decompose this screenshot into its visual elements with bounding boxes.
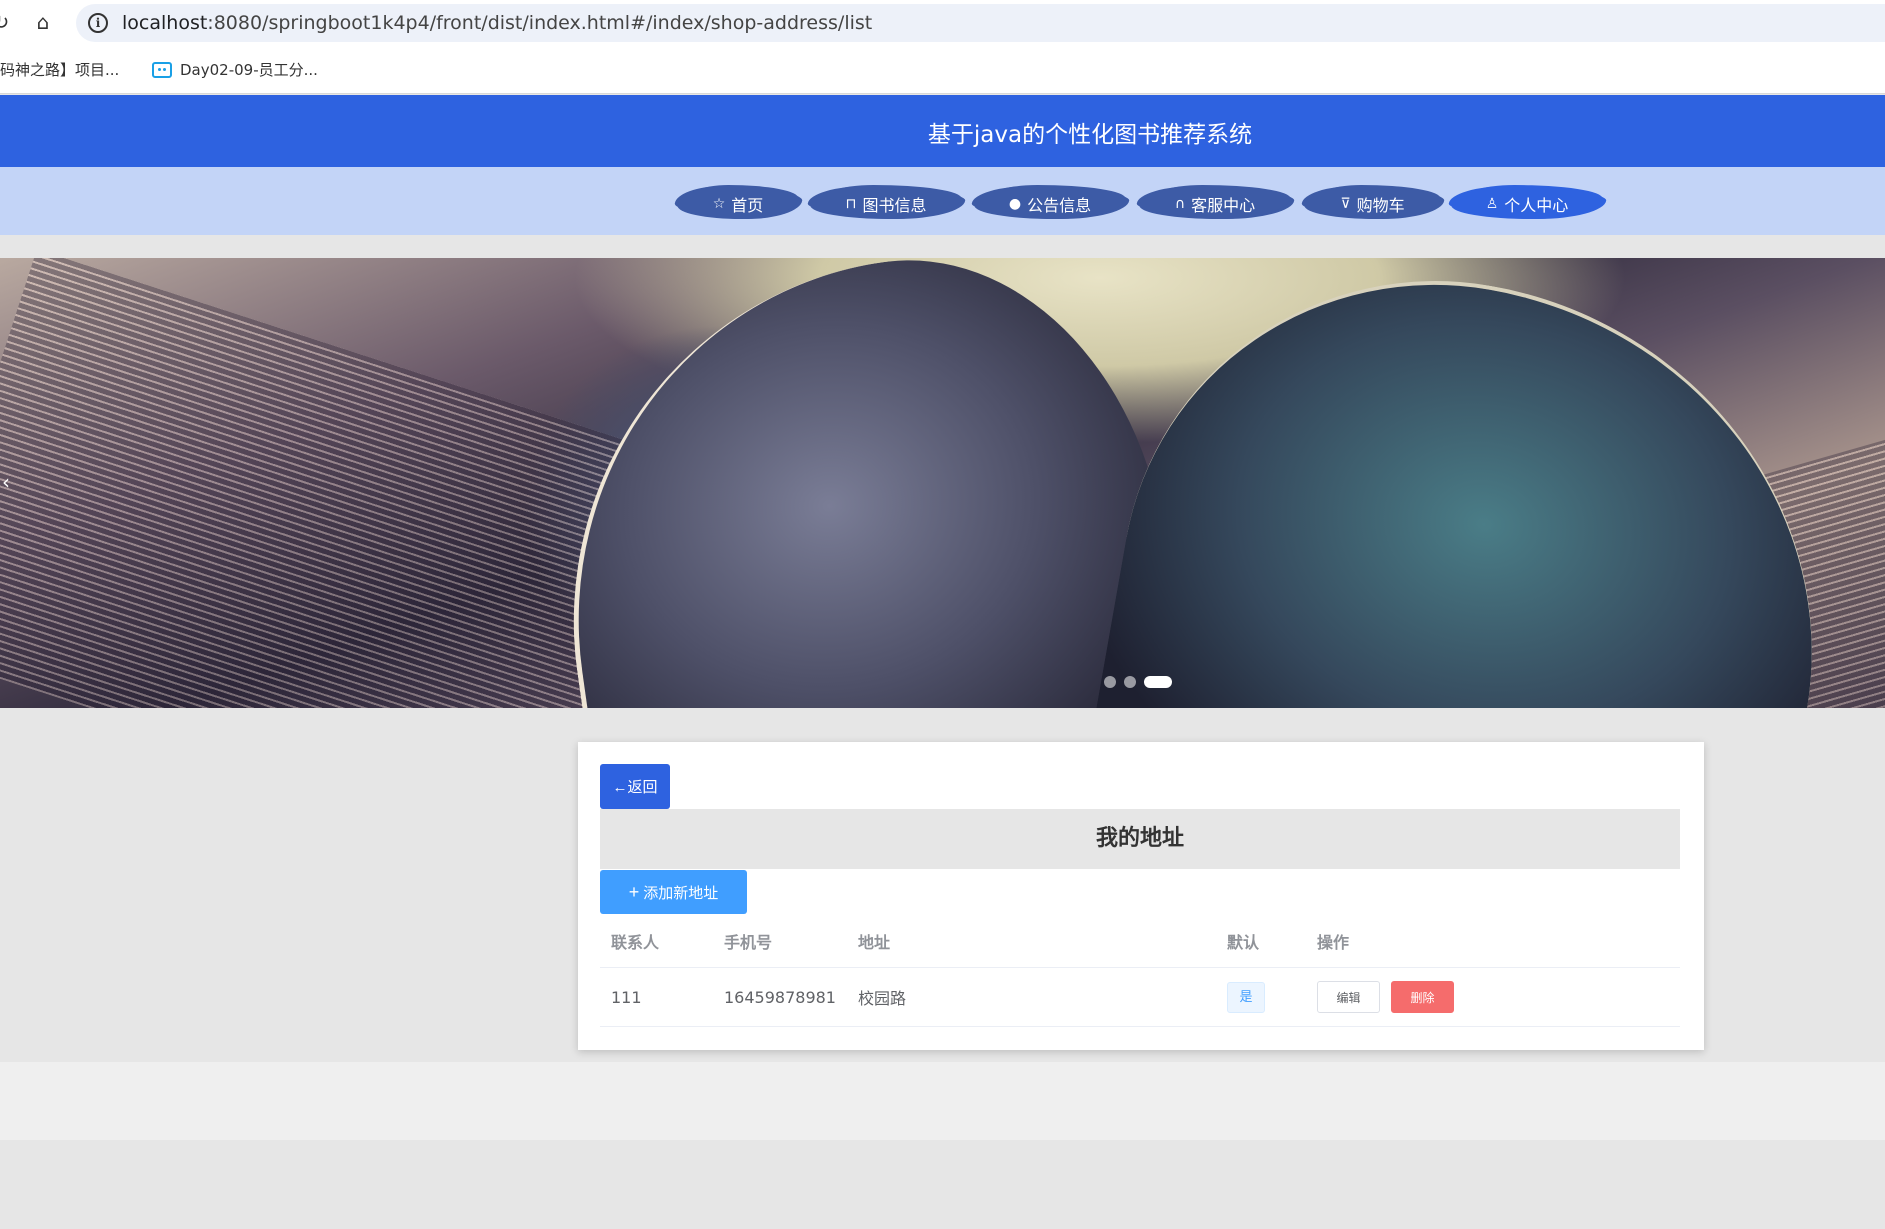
address-table: 联系人 手机号 地址 默认 操作 111 16459878981 校园路 是 编… (600, 914, 1680, 1027)
menu-item-service[interactable]: ∩ 客服中心 (1137, 179, 1293, 223)
column-header: 默认 (1227, 932, 1260, 952)
carousel-dot[interactable] (1104, 676, 1116, 688)
banner-carousel[interactable]: ‹ (0, 258, 1885, 708)
menu-label: 客服中心 (1191, 196, 1256, 215)
menu-label: 公告信息 (1027, 196, 1092, 215)
column-header: 联系人 (611, 932, 660, 952)
menu-item-notices[interactable]: ● 公告信息 (972, 179, 1128, 223)
carousel-dot[interactable] (1124, 676, 1136, 688)
carousel-dot-active[interactable] (1144, 676, 1172, 688)
menu-label: 个人中心 (1504, 196, 1569, 215)
default-cell: 是 (1227, 968, 1265, 1026)
site-info-icon[interactable]: i (88, 13, 108, 33)
bookmark-item[interactable]: Day02-09-员工分... (152, 59, 318, 80)
site-header: 基于java的个性化图书推荐系统 (0, 95, 1885, 167)
bookmarks-bar: 码神之路】项目... Day02-09-员工分... (0, 46, 1885, 94)
bookmark-item[interactable]: 码神之路】项目... (0, 59, 119, 80)
url-text[interactable]: localhost:8080/springboot1k4p4/front/dis… (122, 12, 872, 34)
site-title: 基于java的个性化图书推荐系统 (927, 122, 1253, 148)
footer (0, 1062, 1885, 1140)
headset-icon: ∩ (1174, 196, 1186, 212)
bookmark-label: 码神之路】项目... (0, 61, 120, 79)
user-icon: ♙ (1485, 196, 1499, 212)
star-icon: ☆ (712, 196, 726, 212)
cart-icon: ⊽ (1340, 196, 1351, 212)
browser-toolbar: ↻ ⌂ i localhost:8080/springboot1k4p4/fro… (0, 0, 1885, 46)
default-tag: 是 (1227, 981, 1265, 1013)
main-menu: ☆ 首页 ⊓ 图书信息 ● 公告信息 ∩ 客服中心 ⊽ 购物车 ♙ 个人中心 (0, 167, 1885, 235)
menu-item-cart[interactable]: ⊽ 购物车 (1302, 179, 1443, 223)
menu-item-books[interactable]: ⊓ 图书信息 (808, 179, 964, 223)
bilibili-icon (152, 61, 172, 78)
menu-item-profile[interactable]: ♙ 个人中心 (1449, 179, 1605, 223)
back-button[interactable]: ←返回 (600, 764, 670, 809)
column-header: 地址 (858, 932, 891, 952)
reload-icon[interactable]: ↻ (0, 9, 14, 35)
home-icon[interactable]: ⌂ (30, 9, 56, 35)
plus-icon: + (628, 881, 640, 902)
phone-cell: 16459878981 (724, 987, 836, 1007)
edit-button[interactable]: 编辑 (1317, 981, 1380, 1013)
table-row: 111 16459878981 校园路 是 编辑 删除 (600, 968, 1680, 1027)
menu-label: 购物车 (1356, 196, 1405, 215)
address-bar[interactable]: i localhost:8080/springboot1k4p4/front/d… (76, 4, 1885, 42)
bookmark-label: Day02-09-员工分... (180, 61, 318, 79)
actions-cell: 编辑 删除 (1317, 968, 1454, 1026)
table-header: 联系人 手机号 地址 默认 操作 (600, 914, 1680, 968)
alert-circle-icon: ● (1008, 196, 1022, 212)
menu-label: 首页 (731, 196, 764, 215)
address-cell: 校园路 (858, 989, 907, 1008)
column-header: 手机号 (724, 932, 773, 952)
menu-item-home[interactable]: ☆ 首页 (675, 179, 801, 223)
address-card: ←返回 我的地址 + 添加新地址 联系人 手机号 地址 默认 操作 111 164… (578, 742, 1704, 1050)
add-address-label: 添加新地址 (643, 884, 719, 902)
menu-label: 图书信息 (862, 196, 927, 215)
carousel-indicators (1104, 676, 1172, 688)
contact-cell: 111 (611, 987, 642, 1007)
bag-icon: ⊓ (845, 196, 857, 212)
column-header: 操作 (1317, 932, 1350, 952)
add-address-button[interactable]: + 添加新地址 (600, 870, 747, 914)
page-title: 我的地址 (600, 809, 1680, 869)
chevron-left-icon[interactable]: ‹ (2, 470, 10, 494)
delete-button[interactable]: 删除 (1391, 981, 1454, 1013)
